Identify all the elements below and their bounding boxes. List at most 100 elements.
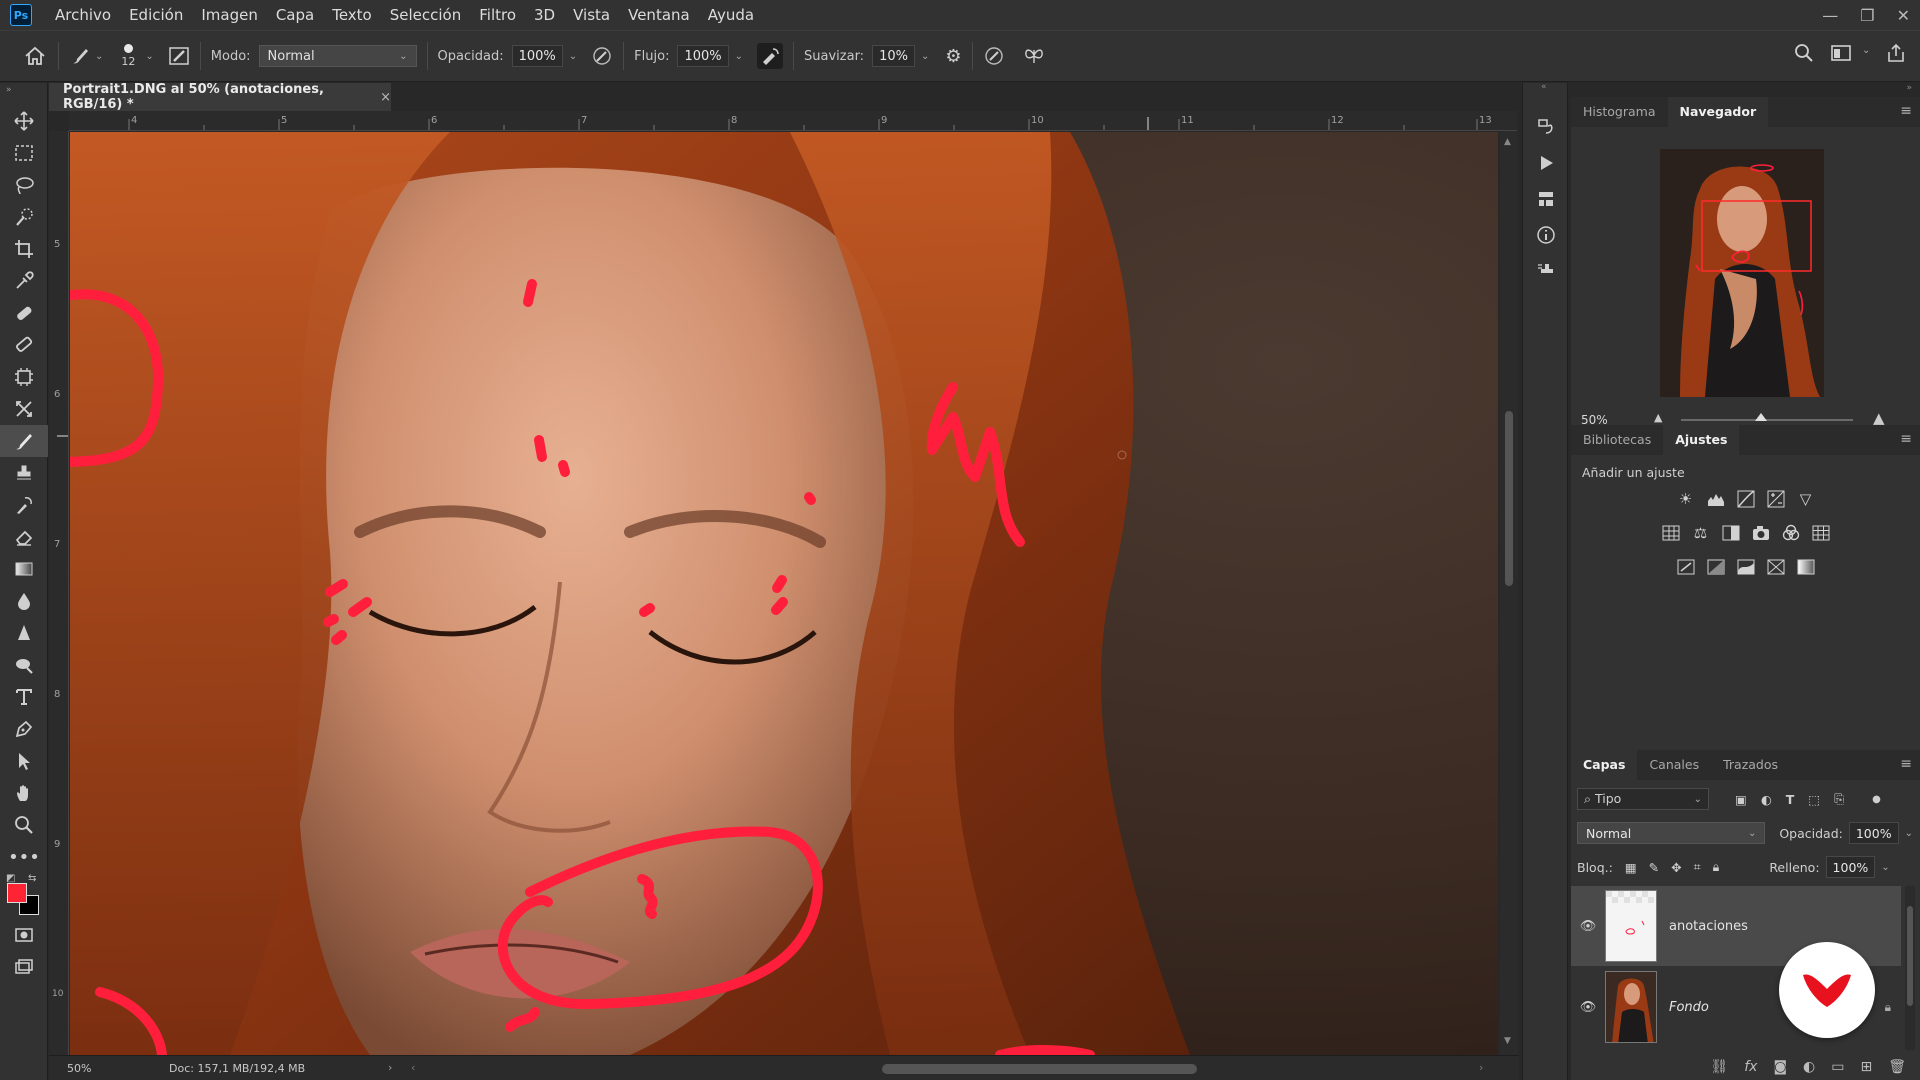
mode-select[interactable]: Normal ⌄ [258,45,417,67]
layers-scroll-thumb[interactable] [1907,906,1913,1006]
chevron-down-icon[interactable]: ⌄ [569,51,577,62]
clone-stamp-tool-icon[interactable] [0,457,48,489]
patch-tool-icon[interactable] [0,329,48,361]
lock-transparency-icon[interactable]: ▦ [1625,860,1637,875]
collapse-icon[interactable]: » [0,83,47,105]
close-window-icon[interactable]: ✕ [1897,6,1910,25]
tab-navigator[interactable]: Navegador [1667,97,1769,127]
workspace-icon[interactable] [1830,43,1852,63]
scroll-left-icon[interactable]: ‹ [411,1061,415,1074]
dodge-tool-icon[interactable] [0,649,48,681]
blur-tool-icon[interactable] [0,585,48,617]
visibility-eye-icon[interactable]: 👁︎ [1571,919,1605,934]
filter-toggle-icon[interactable]: ● [1872,794,1881,805]
navigator-thumbnail[interactable] [1660,149,1824,397]
color-lookup-icon[interactable] [1811,523,1831,543]
menu-imagen[interactable]: Imagen [192,0,266,30]
filter-adjustment-icon[interactable]: ◐ [1761,792,1772,807]
photo-filter-icon[interactable] [1751,523,1771,543]
close-tab-icon[interactable]: × [380,90,391,105]
status-zoom[interactable]: 50% [67,1062,157,1075]
black-white-icon[interactable] [1721,523,1741,543]
scroll-down-icon[interactable]: ▼ [1504,1036,1511,1046]
foreground-color-swatch[interactable] [7,883,27,903]
opacity-input[interactable]: 100% [511,45,563,67]
history-panel-icon[interactable] [1523,109,1569,145]
quick-selection-tool-icon[interactable] [0,201,48,233]
airbrush-icon[interactable] [757,43,784,69]
gear-icon[interactable]: ⚙ [945,46,961,67]
add-mask-icon[interactable]: ◙ [1773,1059,1787,1075]
chevron-down-icon[interactable]: ⌄ [921,51,929,62]
tab-layers[interactable]: Capas [1571,750,1638,780]
brush-tool-icon[interactable] [0,425,48,457]
status-doc-size[interactable]: Doc: 157,1 MB/192,4 MB [169,1062,305,1075]
menu-vista[interactable]: Vista [564,0,619,30]
status-menu-arrow-icon[interactable]: › [388,1061,392,1074]
tab-libraries[interactable]: Bibliotecas [1571,425,1663,455]
clone-source-icon[interactable] [1523,253,1569,289]
threshold-icon[interactable] [1736,557,1756,577]
content-aware-move-tool-icon[interactable] [0,393,48,425]
chevron-down-icon[interactable]: ⌄ [1881,862,1889,873]
navigator-zoom-slider[interactable] [1681,413,1853,421]
menu-texto[interactable]: Texto [323,0,381,30]
menu-capa[interactable]: Capa [267,0,323,30]
panel-menu-icon[interactable]: ≡ [1900,431,1912,447]
horizontal-scroll-thumb[interactable] [882,1064,1197,1074]
zoom-slider-knob[interactable] [1755,413,1767,421]
collapse-icon[interactable]: » [1906,83,1912,93]
zoom-tool-icon[interactable] [0,809,48,841]
crop-tool-icon[interactable] [0,233,48,265]
restore-icon[interactable]: ❐ [1860,6,1874,25]
filter-shape-icon[interactable]: ⬚ [1808,792,1820,807]
tab-histogram[interactable]: Histograma [1571,97,1668,127]
eraser-tool-icon[interactable] [0,521,48,553]
chevron-down-icon[interactable]: ⌄ [95,51,103,62]
new-layer-icon[interactable]: ⊞ [1860,1059,1872,1075]
menu-edicion[interactable]: Edición [120,0,192,30]
selective-color-icon[interactable] [1796,557,1816,577]
hand-tool-icon[interactable] [0,777,48,809]
layer-style-fx-icon[interactable]: fx [1744,1059,1757,1075]
pressure-size-icon[interactable] [983,46,1005,66]
new-adjustment-layer-icon[interactable]: ◐ [1803,1059,1815,1075]
color-swatches[interactable]: ◩ ⇆ [0,873,48,919]
search-icon[interactable] [1794,43,1814,63]
pressure-opacity-icon[interactable] [591,46,613,66]
panel-menu-icon[interactable]: ≡ [1900,103,1912,119]
hue-saturation-icon[interactable] [1661,523,1681,543]
zoom-out-icon[interactable]: ▲ [1654,411,1662,424]
collapse-icon[interactable]: « [1523,83,1567,109]
properties-panel-icon[interactable] [1523,181,1569,217]
minimize-icon[interactable]: — [1822,6,1838,25]
blend-mode-select[interactable]: Normal ⌄ [1577,822,1766,844]
trash-icon[interactable]: 🗑︎ [1888,1059,1906,1075]
pen-tool-icon[interactable] [0,713,48,745]
layer-opacity-input[interactable]: 100% [1848,822,1899,844]
gradient-map-icon[interactable] [1766,557,1786,577]
brush-settings-panel-icon[interactable] [168,46,190,66]
info-icon[interactable] [1523,217,1569,253]
new-group-icon[interactable]: ▭ [1831,1059,1844,1075]
lock-pixels-icon[interactable]: ✎ [1649,860,1659,875]
chevron-down-icon[interactable]: ⌄ [145,51,153,62]
layers-scrollbar[interactable] [1905,886,1915,1050]
document-tab[interactable]: Portrait1.DNG al 50% (anotaciones, RGB/1… [49,82,391,112]
curves-icon[interactable] [1736,489,1756,509]
brightness-contrast-icon[interactable]: ☀ [1676,489,1696,509]
menu-3d[interactable]: 3D [525,0,564,30]
lasso-tool-icon[interactable] [0,169,48,201]
brush-preset-icon[interactable] [69,46,91,66]
vertical-scroll-thumb[interactable] [1505,411,1513,586]
eyedropper-tool-icon[interactable] [0,265,48,297]
move-tool-icon[interactable] [0,105,48,137]
tab-adjustments[interactable]: Ajustes [1663,425,1740,455]
visibility-eye-icon[interactable]: 👁︎ [1571,1000,1605,1015]
symmetry-butterfly-icon[interactable] [1023,46,1045,66]
more-tools-icon[interactable]: ••• [0,841,48,873]
tab-channels[interactable]: Canales [1637,750,1711,780]
exposure-icon[interactable] [1766,489,1786,509]
chevron-down-icon[interactable]: ⌄ [1905,828,1913,839]
channel-mixer-icon[interactable] [1781,523,1801,543]
